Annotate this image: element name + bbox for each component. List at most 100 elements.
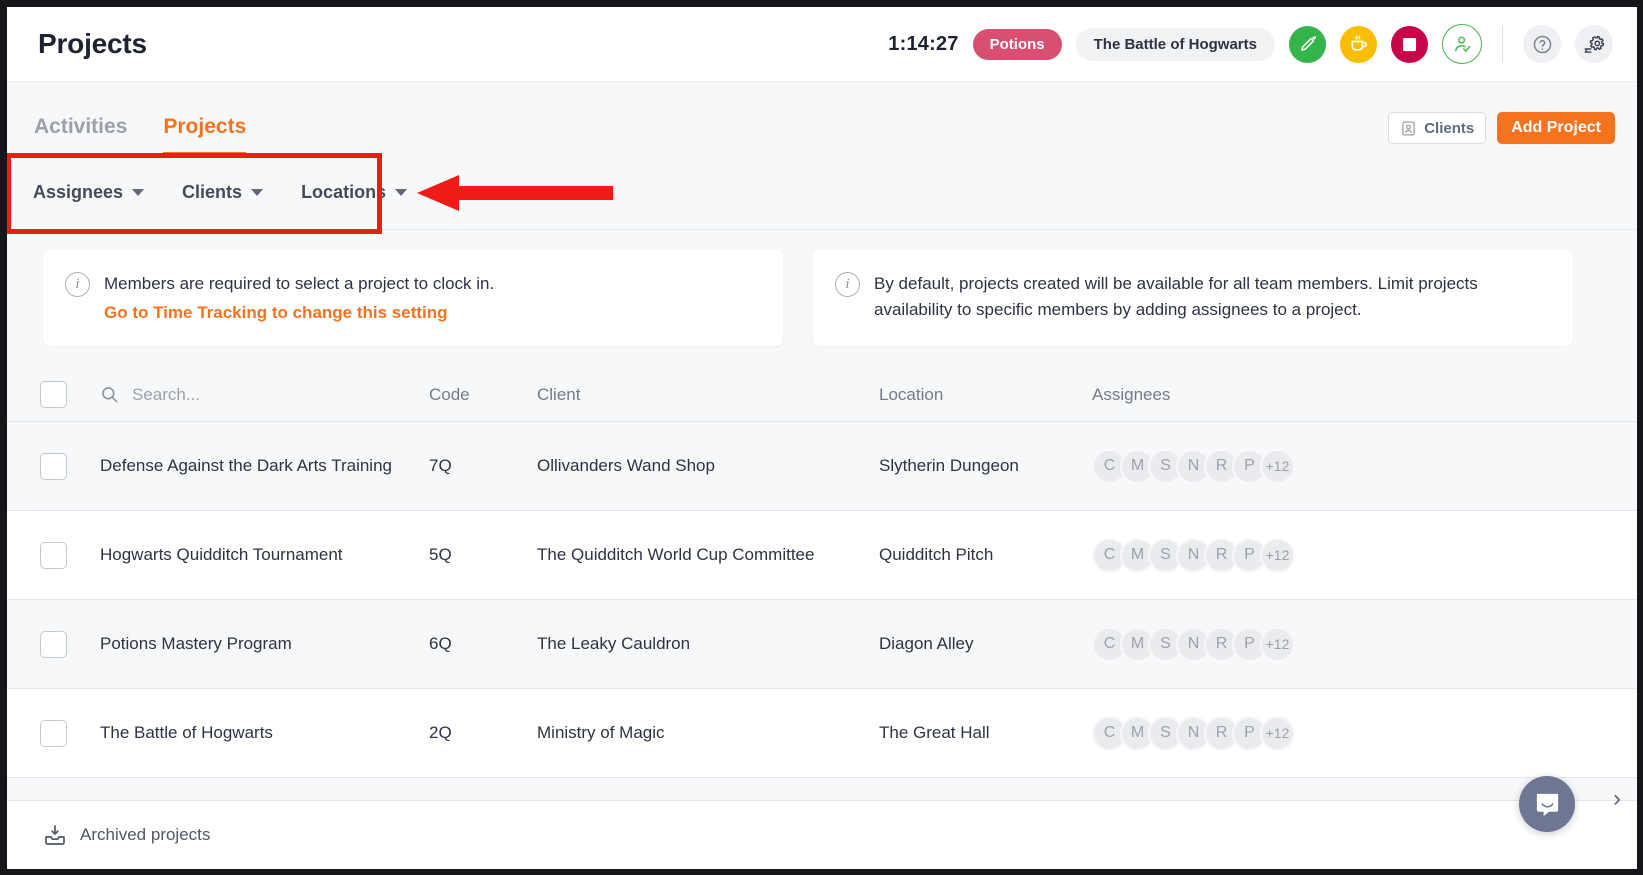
tab-projects[interactable]: Projects bbox=[163, 115, 247, 156]
row-assignees[interactable]: C M S N R P +12 bbox=[1092, 537, 1637, 573]
annotation-arrow bbox=[417, 175, 613, 211]
time-tracking-link[interactable]: Go to Time Tracking to change this setti… bbox=[104, 300, 494, 326]
tab-bar: Activities Projects Clients Add Project bbox=[7, 82, 1637, 156]
stop-square-icon bbox=[1402, 37, 1417, 51]
info-icon: i bbox=[835, 272, 860, 297]
header-divider bbox=[1502, 26, 1503, 62]
column-header-code[interactable]: Code bbox=[429, 385, 537, 405]
avatar-group: C M S N R P +12 bbox=[1092, 715, 1637, 751]
coffee-cup-icon bbox=[1351, 35, 1367, 51]
chat-launcher-button[interactable] bbox=[1519, 776, 1575, 832]
window-frame-bottom bbox=[0, 869, 1643, 875]
row-code: 7Q bbox=[429, 456, 452, 475]
row-client: Ministry of Magic bbox=[537, 723, 665, 742]
chevron-down-icon bbox=[395, 189, 408, 196]
table-row[interactable]: Hogwarts Quidditch Tournament 5Q The Qui… bbox=[7, 511, 1637, 600]
tab-list: Activities Projects bbox=[7, 82, 282, 156]
search-icon bbox=[102, 387, 118, 403]
row-assignees[interactable]: C M S N R P +12 bbox=[1092, 715, 1637, 751]
select-all-checkbox[interactable] bbox=[40, 381, 67, 408]
info-banner-clock-in: i Members are required to select a proje… bbox=[43, 250, 783, 346]
tab-bar-actions: Clients Add Project bbox=[1388, 112, 1615, 144]
app-header: Projects 1:14:27 Potions The Battle of H… bbox=[7, 7, 1637, 82]
row-client: The Quidditch World Cup Committee bbox=[537, 545, 815, 564]
current-activity-badge[interactable]: Potions bbox=[972, 28, 1062, 60]
filter-clients-label: Clients bbox=[182, 182, 243, 202]
chat-chevron-right-icon[interactable]: › bbox=[1613, 785, 1621, 813]
row-checkbox[interactable] bbox=[40, 630, 67, 658]
row-client: Ollivanders Wand Shop bbox=[537, 456, 715, 475]
row-location: The Great Hall bbox=[879, 723, 990, 742]
current-project-badge[interactable]: The Battle of Hogwarts bbox=[1075, 27, 1275, 61]
tab-activities[interactable]: Activities bbox=[34, 115, 127, 156]
clients-button[interactable]: Clients bbox=[1388, 112, 1487, 144]
window-frame-top bbox=[0, 0, 1643, 7]
timer-display: 1:14:27 bbox=[888, 32, 959, 55]
avatar-overflow-count[interactable]: +12 bbox=[1260, 715, 1295, 751]
filter-locations-label: Locations bbox=[301, 182, 387, 202]
footer-bar: Archived projects bbox=[7, 800, 1637, 869]
help-button[interactable] bbox=[1523, 25, 1561, 63]
archived-projects-button[interactable]: Archived projects bbox=[43, 823, 210, 847]
info-banners: i Members are required to select a proje… bbox=[7, 230, 1637, 346]
row-location: Quidditch Pitch bbox=[879, 545, 994, 564]
avatar-group: C M S N R P +12 bbox=[1092, 537, 1637, 573]
window-frame-right bbox=[1637, 0, 1643, 875]
row-project-name: The Battle of Hogwarts bbox=[100, 723, 273, 742]
info-banner-availability: i By default, projects created will be a… bbox=[813, 250, 1573, 346]
clock-status-button[interactable] bbox=[1442, 24, 1482, 64]
table-row[interactable]: The Battle of Hogwarts 2Q Ministry of Ma… bbox=[7, 689, 1637, 778]
row-checkbox[interactable] bbox=[40, 541, 67, 569]
row-code: 2Q bbox=[429, 723, 452, 742]
column-header-location[interactable]: Location bbox=[879, 385, 1092, 405]
row-assignees[interactable]: C M S N R P +12 bbox=[1092, 626, 1637, 662]
clients-button-label: Clients bbox=[1424, 119, 1475, 137]
projects-table: Search... Code Client Location Assignees… bbox=[7, 368, 1637, 778]
table-row[interactable]: Potions Mastery Program 6Q The Leaky Cau… bbox=[7, 600, 1637, 689]
column-header-assignees[interactable]: Assignees bbox=[1092, 385, 1637, 405]
add-project-button[interactable]: Add Project bbox=[1497, 112, 1615, 144]
contact-card-icon bbox=[1402, 120, 1415, 136]
row-code: 5Q bbox=[429, 545, 452, 564]
pen-timer-icon bbox=[1301, 35, 1316, 51]
avatar-overflow-count[interactable]: +12 bbox=[1260, 626, 1295, 662]
row-project-name: Potions Mastery Program bbox=[100, 634, 292, 653]
search-cell: Search... bbox=[67, 385, 429, 405]
row-assignees[interactable]: C M S N R P +12 bbox=[1092, 448, 1637, 484]
header-actions: 1:14:27 Potions The Battle of Hogwarts bbox=[888, 24, 1613, 64]
filter-bar: Assignees Clients Locations bbox=[7, 156, 1637, 230]
info-banner-clock-in-text: Members are required to select a project… bbox=[104, 271, 494, 325]
settings-button[interactable] bbox=[1575, 25, 1613, 63]
row-project-name: Hogwarts Quidditch Tournament bbox=[100, 545, 343, 564]
info-icon: i bbox=[65, 272, 90, 297]
gear-icon bbox=[1584, 35, 1605, 53]
chevron-down-icon bbox=[132, 189, 145, 196]
main-content: i Members are required to select a proje… bbox=[7, 230, 1637, 869]
avatar-group: C M S N R P +12 bbox=[1092, 448, 1637, 484]
intercom-chat-icon bbox=[1536, 793, 1558, 816]
column-header-client[interactable]: Client bbox=[537, 385, 879, 405]
stop-timer-button[interactable] bbox=[1391, 25, 1428, 63]
page-title: Projects bbox=[38, 28, 147, 59]
row-client: The Leaky Cauldron bbox=[537, 634, 691, 653]
row-checkbox[interactable] bbox=[40, 452, 67, 480]
info-banner-availability-text: By default, projects created will be ava… bbox=[874, 274, 1478, 319]
search-input[interactable]: Search... bbox=[100, 385, 200, 405]
filter-clients[interactable]: Clients bbox=[182, 182, 264, 203]
avatar-group: C M S N R P +12 bbox=[1092, 626, 1637, 662]
row-project-name: Defense Against the Dark Arts Training bbox=[100, 456, 392, 475]
search-placeholder: Search... bbox=[132, 384, 201, 404]
row-location: Slytherin Dungeon bbox=[879, 456, 1019, 475]
archive-download-icon bbox=[45, 825, 65, 845]
table-row[interactable]: Defense Against the Dark Arts Training 7… bbox=[7, 422, 1637, 511]
info-banner-clock-in-message: Members are required to select a project… bbox=[104, 274, 495, 293]
avatar-overflow-count[interactable]: +12 bbox=[1260, 537, 1295, 573]
user-check-icon bbox=[1454, 35, 1470, 52]
avatar-overflow-count[interactable]: +12 bbox=[1260, 448, 1295, 484]
break-button[interactable] bbox=[1340, 25, 1377, 63]
row-checkbox[interactable] bbox=[40, 719, 67, 747]
chevron-down-icon bbox=[251, 189, 264, 196]
filter-locations[interactable]: Locations bbox=[301, 182, 408, 203]
filter-assignees[interactable]: Assignees bbox=[33, 182, 145, 203]
start-timer-button[interactable] bbox=[1289, 25, 1326, 63]
